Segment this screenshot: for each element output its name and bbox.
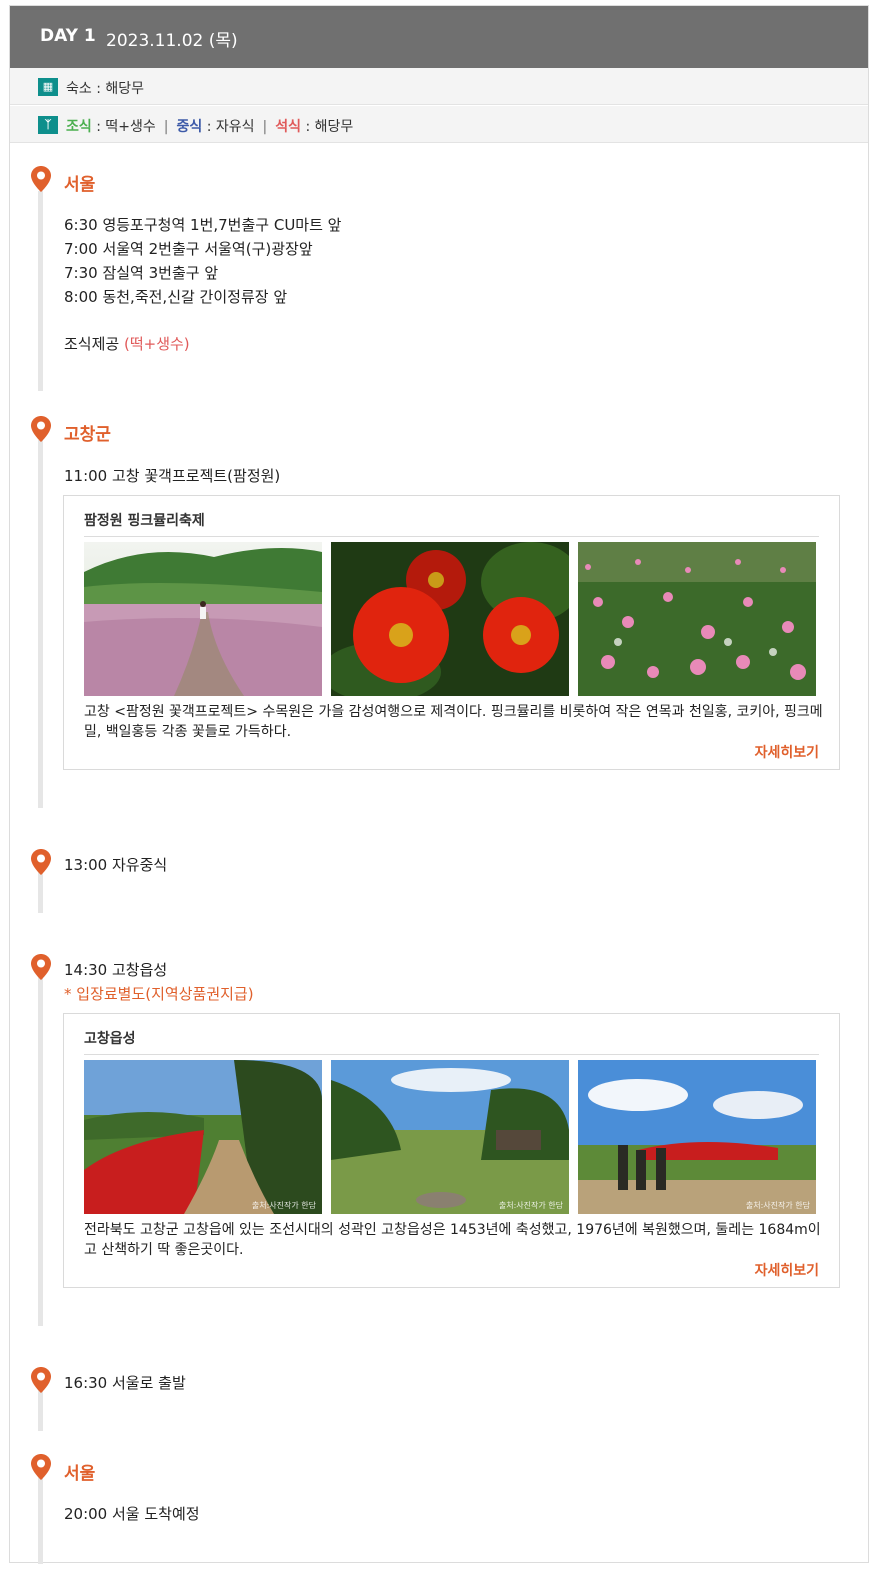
card-title: 팜정원 핑크뮬리축제	[84, 510, 819, 537]
lunch-value: : 자유식	[202, 119, 255, 135]
location-pin-icon	[31, 849, 51, 875]
day-date: 2023.11.02 (목)	[106, 31, 238, 51]
breakfast-note: 조식제공 (떡+생수)	[64, 333, 190, 354]
card-description: 전라북도 고창군 고창읍에 있는 조선시대의 성곽인 고창읍성은 1453년에 …	[84, 1222, 821, 1258]
location-pin-icon	[31, 1454, 51, 1480]
fortress-statues-photo: 출처:사진작가 한담	[578, 1060, 816, 1214]
note-text: 조식제공	[64, 335, 124, 353]
timeline-line	[38, 191, 43, 391]
day-label: DAY 1	[40, 26, 96, 46]
timeline-line	[38, 440, 43, 808]
red-zinnia-photo	[331, 542, 569, 696]
schedule-line: 14:30 고창읍성	[64, 961, 168, 979]
schedule-line: 20:00 서울 도착예정	[64, 1505, 200, 1523]
meals-row: ᛉ 조식 : 떡+생수 | 중식 : 자유식 | 석식 : 해당무	[10, 106, 868, 143]
fortress-path-photo: 출처:사진작가 한담	[84, 1060, 322, 1214]
stop-title-seoul: 서울	[64, 175, 96, 195]
schedule-line: 8:00 동천,죽전,신갈 간이정류장 앞	[64, 288, 288, 306]
location-pin-icon	[31, 166, 51, 192]
lunch-label: 중식	[176, 119, 203, 135]
attraction-card: 팜정원 핑크뮬리축제 고창 <팜정원 꽃객프로젝트> 수목원은 가을 감성여행으…	[63, 495, 840, 770]
meals-text: 조식 : 떡+생수 | 중식 : 자유식 | 석식 : 해당무	[66, 116, 353, 136]
admission-notice: * 입장료별도(지역상품권지급)	[64, 985, 254, 1003]
location-pin-icon	[31, 416, 51, 442]
schedule-line: 11:00 고창 꽃객프로젝트(팜정원)	[64, 467, 281, 485]
card-title: 고창읍성	[84, 1028, 819, 1055]
lodging-row: ▦ 숙소 : 해당무	[10, 68, 868, 105]
pink-muhly-field-photo	[84, 542, 322, 696]
schedule-line: 16:30 서울로 출발	[64, 1374, 186, 1392]
schedule-line: 7:30 잠실역 3번출구 앞	[64, 264, 219, 282]
schedule-line: 7:00 서울역 2번출구 서울역(구)광장앞	[64, 240, 313, 258]
zinnia-field-photo	[578, 542, 816, 696]
lodging-text: 숙소 : 해당무	[66, 81, 145, 97]
timeline-line	[38, 971, 43, 1326]
see-more-link[interactable]: 자세히보기	[755, 742, 819, 762]
meal-separator: |	[262, 119, 268, 135]
stop-title-gochang: 고창군	[64, 425, 111, 445]
building-icon: ▦	[38, 78, 58, 96]
location-pin-icon	[31, 954, 51, 980]
see-more-link[interactable]: 자세히보기	[755, 1260, 819, 1280]
stop-title-seoul: 서울	[64, 1464, 96, 1484]
attraction-card: 고창읍성 출처:사진작가 한담 출처:사진작가 한담 출처:사진작가 한담 전라…	[63, 1013, 840, 1288]
itinerary-day-panel: DAY 1 2023.11.02 (목) ▦ 숙소 : 해당무 ᛉ 조식 : 떡…	[9, 5, 869, 1564]
fork-knife-icon: ᛉ	[38, 116, 58, 134]
card-description: 고창 <팜정원 꽃객프로젝트> 수목원은 가을 감성여행으로 제격이다. 핑크뮬…	[84, 704, 823, 740]
photo-credit: 출처:사진작가 한담	[498, 1201, 563, 1210]
photo-credit: 출처:사진작가 한담	[251, 1201, 316, 1210]
schedule-line: 13:00 자유중식	[64, 856, 168, 874]
fortress-garden-photo: 출처:사진작가 한담	[331, 1060, 569, 1214]
day-header: DAY 1 2023.11.02 (목)	[10, 6, 868, 68]
photo-credit: 출처:사진작가 한담	[745, 1201, 810, 1210]
note-highlight: (떡+생수)	[123, 335, 190, 353]
timeline-line	[38, 1471, 43, 1564]
breakfast-value: : 떡+생수	[91, 119, 156, 135]
dinner-value: : 해당무	[301, 119, 354, 135]
schedule-line: 6:30 영등포구청역 1번,7번출구 CU마트 앞	[64, 216, 342, 234]
dinner-label: 석식	[275, 119, 301, 135]
location-pin-icon	[31, 1367, 51, 1393]
breakfast-label: 조식	[66, 119, 92, 135]
meal-separator: |	[163, 119, 169, 135]
